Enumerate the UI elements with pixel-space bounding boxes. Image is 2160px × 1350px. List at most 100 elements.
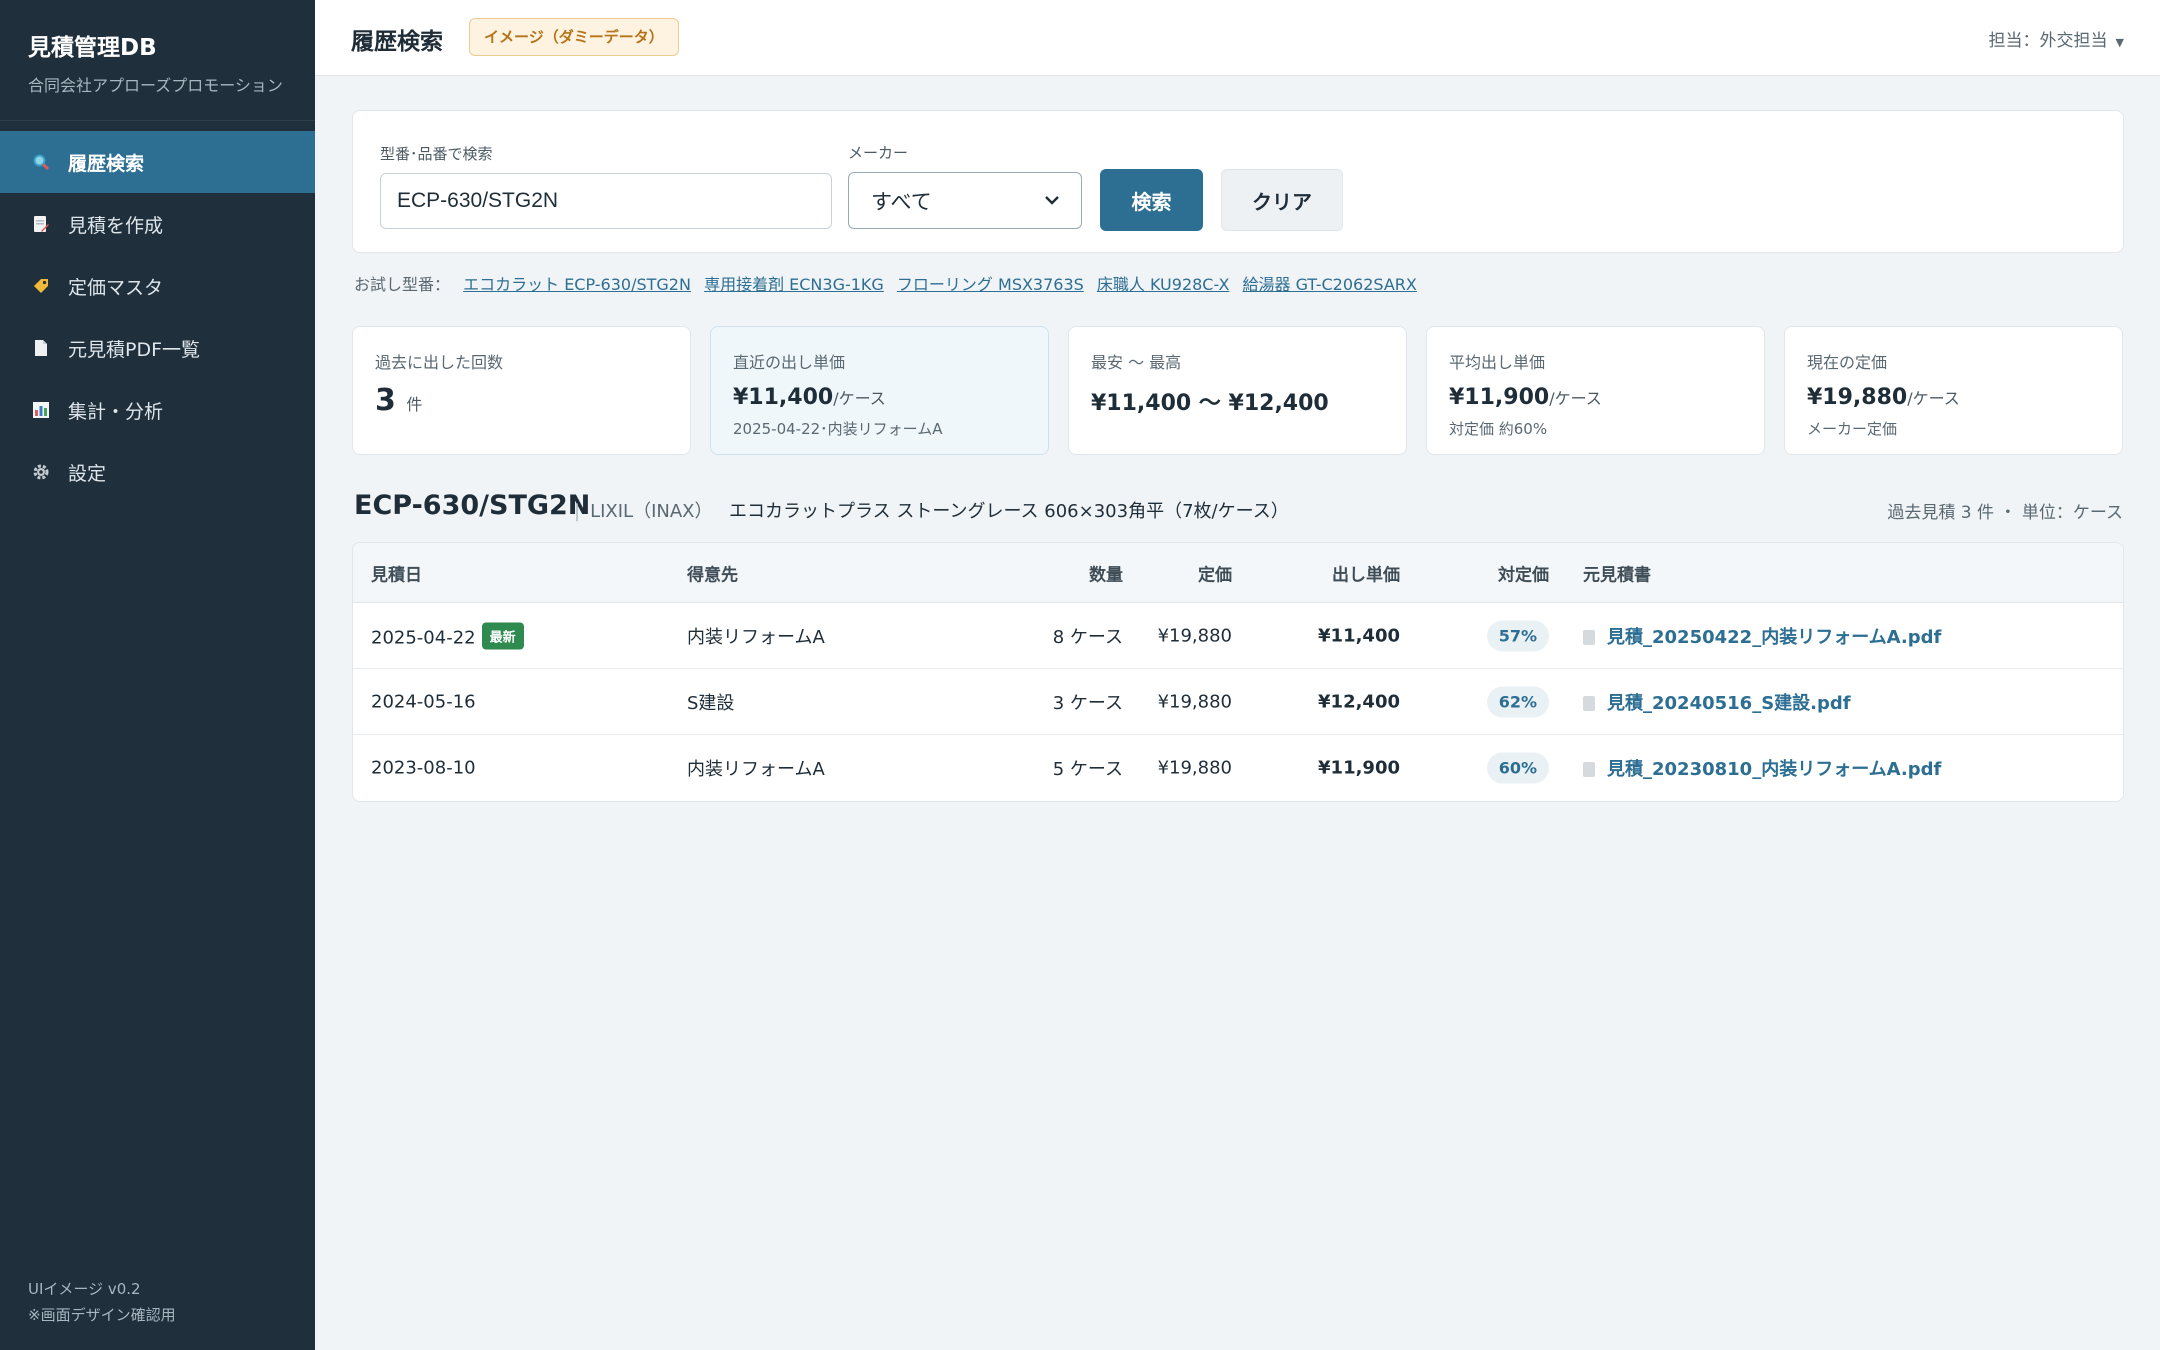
pdf-filename[interactable]: 見積_20240516_S建設.pdf [1607, 693, 1851, 714]
stat-number: ¥19,880 [1807, 385, 1908, 410]
estimate-date: 2023-08-10 [371, 757, 476, 779]
page-title: 履歴検索 [351, 29, 443, 55]
stat-card-average-price: 平均出し単価 ¥11,900/ケース 対定価 約60% [1426, 326, 1765, 455]
company-name: 合同会社アプローズプロモーション [28, 76, 283, 95]
chevron-down-icon [1045, 193, 1059, 209]
column-header: 数量 [1089, 565, 1123, 585]
bar-chart-icon [30, 399, 52, 421]
price-tag-icon [30, 275, 52, 297]
sample-code-link[interactable]: 専用接着剤 ECN3G-1KG [704, 275, 884, 294]
client-name: 内装リフォームA [687, 626, 825, 648]
stat-label: 最安 〜 最高 [1091, 353, 1182, 372]
maker-label: メーカー [848, 144, 909, 162]
table-row[interactable]: 2024-05-16 S建設 3 ケース ¥19,880 ¥12,400 62%… [353, 669, 2123, 735]
sample-code-link[interactable]: 床職人 KU928C-X [1097, 275, 1230, 294]
quantity: 3 ケース [1052, 692, 1123, 714]
stat-number: 3 [375, 383, 396, 418]
product-maker: | LIXIL（INAX） [574, 497, 713, 523]
topbar: 履歴検索 イメージ（ダミーデータ） 担当：外交担当 ▼ [315, 0, 2160, 76]
stat-unit: /ケース [1549, 389, 1602, 408]
file-icon [1583, 695, 1595, 711]
table-row[interactable]: 2025-04-22 最新 内装リフォームA 8 ケース ¥19,880 ¥11,… [353, 603, 2123, 669]
sample-code-link[interactable]: 給湯器 GT-C2062SARX [1243, 275, 1417, 294]
stat-unit: 件 [406, 395, 423, 414]
product-name: エコカラットプラス ストーングレース 606×303角平（7枚/ケース） [729, 501, 1289, 522]
sidebar-item-settings[interactable]: 設定 [0, 441, 315, 503]
sidebar-item-history-search[interactable]: 履歴検索 [0, 131, 315, 193]
table-header: 見積日 得意先 数量 定価 出し単価 対定価 元見積書 [353, 543, 2123, 603]
stat-number: ¥11,400 [733, 385, 834, 410]
stat-label: 直近の出し単価 [733, 353, 846, 372]
ratio-value: 60% [1486, 752, 1549, 784]
user-menu[interactable]: 担当：外交担当 ▼ [1989, 26, 2124, 51]
column-header: 定価 [1198, 565, 1232, 585]
pdf-link[interactable]: 見積_20230810_内装リフォームA.pdf [1583, 755, 1941, 781]
estimate-date: 2025-04-22 最新 [371, 622, 524, 649]
sidebar-item-price-master[interactable]: 定価マスタ [0, 255, 315, 317]
ratio-badge: 57% [1486, 620, 1549, 651]
code-search-label: 型番･品番で検索 [380, 145, 493, 163]
pdf-link[interactable]: 見積_20250422_内装リフォームA.pdf [1583, 623, 1941, 649]
file-icon [1583, 762, 1595, 777]
stat-unit: /ケース [1907, 389, 1960, 408]
version-label: UIイメージ v0.2 [28, 1280, 141, 1298]
sidebar-item-create-estimate[interactable]: 見積を作成 [0, 193, 315, 255]
estimate-date: 2024-05-16 [371, 691, 476, 712]
column-header: 対定価 [1498, 565, 1549, 585]
stat-value: ¥19,880/ケース [1807, 385, 2100, 410]
pdf-filename[interactable]: 見積_20230810_内装リフォームA.pdf [1607, 759, 1941, 780]
stat-card-count: 過去に出した回数 3 件 [352, 326, 691, 455]
code-search-input[interactable] [380, 173, 832, 229]
stat-sub: 対定価 約60% [1449, 420, 1548, 438]
clear-button[interactable]: クリア [1221, 169, 1343, 231]
sample-code-link[interactable]: フローリング MSX3763S [897, 275, 1084, 294]
sidebar-item-label: 集計・分析 [68, 400, 164, 423]
sidebar-item-label: 見積を作成 [68, 214, 164, 237]
ratio-value: 57% [1486, 620, 1549, 651]
edit-document-icon [30, 213, 52, 235]
sample-code-link[interactable]: エコカラット ECP-630/STG2N [463, 275, 691, 294]
offered-price: ¥12,400 [1318, 691, 1400, 712]
app-title: 見積管理DB [28, 35, 157, 61]
stat-sub: メーカー定価 [1807, 420, 1898, 438]
caret-down-icon: ▼ [2115, 36, 2124, 49]
search-button[interactable]: 検索 [1100, 169, 1203, 231]
ratio-badge: 60% [1486, 752, 1549, 784]
stat-number: ¥11,900 [1449, 385, 1550, 410]
pdf-filename[interactable]: 見積_20250422_内装リフォームA.pdf [1607, 627, 1941, 648]
stat-unit: /ケース [833, 389, 886, 408]
stat-value: ¥11,400/ケース [733, 385, 1026, 410]
maker-select-value: すべて [871, 189, 932, 214]
user-label: 担当：外交担当 [1988, 31, 2108, 51]
sidebar: 見積管理DB 合同会社アプローズプロモーション 履歴検索 見積を作成 定価マスタ [0, 0, 315, 1350]
sample-codes: お試し型番： エコカラット ECP-630/STG2N 専用接着剤 ECN3G-… [354, 271, 1417, 295]
client-name: 内装リフォームA [687, 759, 825, 780]
history-table: 見積日 得意先 数量 定価 出し単価 対定価 元見積書 2025-04-22 最新… [352, 542, 2124, 802]
stat-label: 現在の定価 [1807, 353, 1888, 372]
table-row[interactable]: 2023-08-10 内装リフォームA 5 ケース ¥19,880 ¥11,90… [353, 735, 2123, 801]
sidebar-item-label: 定価マスタ [68, 276, 164, 299]
dummy-data-badge: イメージ（ダミーデータ） [469, 18, 679, 56]
sidebar-item-analytics[interactable]: 集計・分析 [0, 379, 315, 441]
footer-note: ※画面デザイン確認用 [28, 1306, 176, 1324]
maker-name: LIXIL（INAX） [590, 501, 713, 522]
sidebar-item-pdf-list[interactable]: 元見積PDF一覧 [0, 317, 315, 379]
ratio-badge: 62% [1486, 686, 1549, 717]
stat-card-price-range: 最安 〜 最高 ¥11,400 〜 ¥12,400 [1068, 326, 1407, 455]
column-header: 元見積書 [1583, 565, 1651, 585]
stat-sub: 2025-04-22･内装リフォームA [733, 420, 943, 438]
client-name: S建設 [687, 692, 735, 714]
column-header: 見積日 [371, 565, 422, 585]
pdf-link[interactable]: 見積_20240516_S建設.pdf [1583, 689, 1851, 715]
quantity: 8 ケース [1052, 626, 1123, 648]
maker-select[interactable]: すべて [848, 172, 1082, 229]
stat-label: 過去に出した回数 [375, 353, 504, 372]
product-meta: 過去見積 3 件 ・ 単位：ケース [1887, 503, 2123, 523]
sidebar-item-label: 設定 [68, 462, 107, 485]
sidebar-item-label: 元見積PDF一覧 [68, 338, 201, 361]
column-header: 得意先 [687, 565, 738, 585]
stat-card-latest-price: 直近の出し単価 ¥11,400/ケース 2025-04-22･内装リフォームA [710, 326, 1049, 455]
product-code: ECP-630/STG2N [354, 490, 591, 521]
sidebar-nav: 履歴検索 見積を作成 定価マスタ 元見積PDF一覧 集計・分析 設定 [0, 131, 315, 503]
gear-icon [30, 461, 52, 483]
